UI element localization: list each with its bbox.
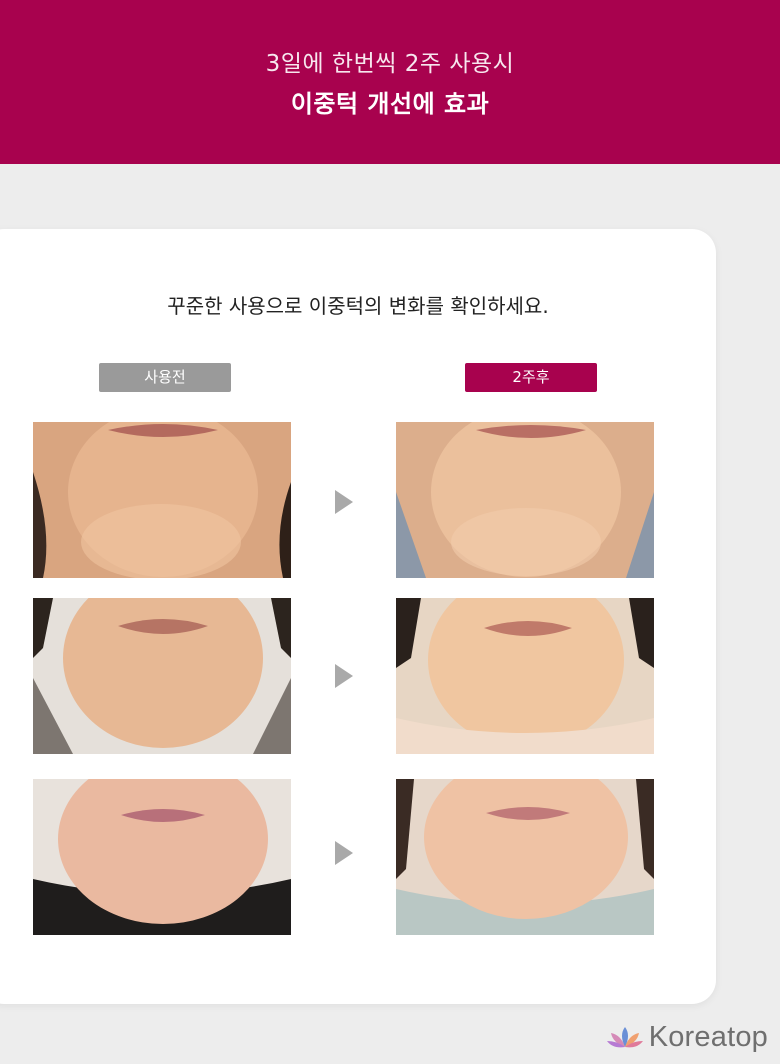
before-label: 사용전 bbox=[99, 363, 231, 392]
after-photo-3 bbox=[396, 779, 654, 935]
header-banner: 3일에 한번씩 2주 사용시 이중턱 개선에 효과 bbox=[0, 0, 780, 164]
after-label: 2주후 bbox=[465, 363, 597, 392]
after-photo-1 bbox=[396, 422, 654, 578]
before-photo-3 bbox=[33, 779, 291, 935]
brand-logo: Koreatop bbox=[606, 1021, 768, 1054]
before-photo-2 bbox=[33, 598, 291, 754]
header-line2: 이중턱 개선에 효과 bbox=[290, 90, 490, 118]
arrow-icon bbox=[335, 490, 353, 514]
arrow-icon bbox=[335, 841, 353, 865]
after-photo-2 bbox=[396, 598, 654, 754]
card-subtitle: 꾸준한 사용으로 이중턱의 변화를 확인하세요. bbox=[167, 294, 549, 318]
header-line1: 3일에 한번씩 2주 사용시 bbox=[265, 51, 515, 77]
before-photo-1 bbox=[33, 422, 291, 578]
brand-name: Koreatop bbox=[648, 1021, 768, 1053]
lotus-icon bbox=[606, 1026, 643, 1047]
arrow-icon bbox=[335, 664, 353, 688]
